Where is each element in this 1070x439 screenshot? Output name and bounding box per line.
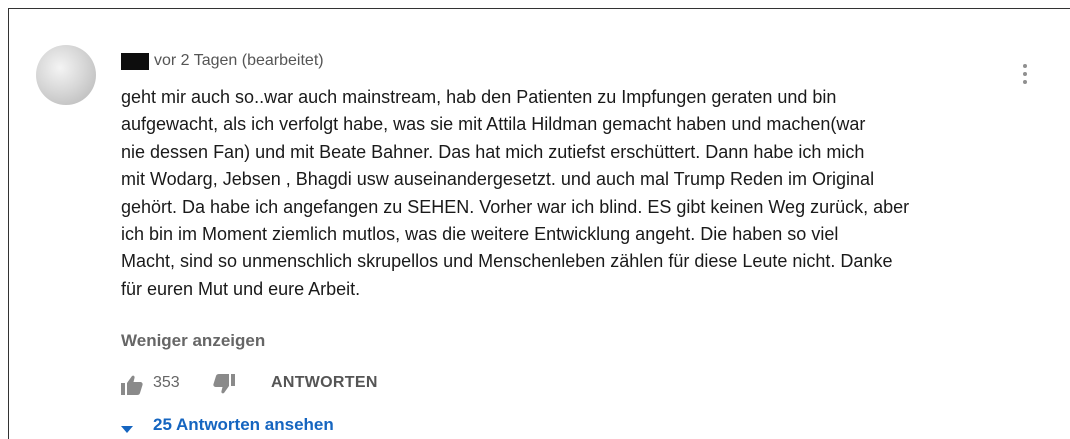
comment-text: geht mir auch so..war auch mainstream, h… xyxy=(121,84,1026,303)
comment-line: mit Wodarg, Jebsen , Bhagdi usw auseinan… xyxy=(121,169,875,190)
show-less-button[interactable]: Weniger anzeigen xyxy=(121,331,265,351)
comment-line: nie dessen Fan) und mit Beate Bahner. Da… xyxy=(121,141,865,162)
comment-line: aufgewacht, als ich verfolgt habe, was s… xyxy=(121,114,866,135)
comment-line: Macht, sind so unmenschlich skrupellos u… xyxy=(121,251,893,272)
comment-line: geht mir auch so..war auch mainstream, h… xyxy=(121,87,837,107)
more-vertical-icon[interactable] xyxy=(1020,64,1030,92)
comment-line: für euren Mut und eure Arbeit. xyxy=(121,278,361,299)
avatar[interactable] xyxy=(36,45,96,105)
chevron-down-icon xyxy=(121,421,133,433)
thumb-down-icon[interactable] xyxy=(213,374,235,394)
redacted-author-name xyxy=(121,53,149,70)
comment-line: gehört. Da habe ich angefangen zu SEHEN.… xyxy=(121,196,910,217)
comment-line: ich bin im Moment ziemlich mutlos, was d… xyxy=(121,224,839,245)
comment-timestamp[interactable]: vor 2 Tagen (bearbeitet) xyxy=(154,52,324,70)
reply-button[interactable]: ANTWORTEN xyxy=(271,374,378,392)
like-count: 353 xyxy=(153,374,180,391)
view-replies-label: 25 Antworten ansehen xyxy=(153,415,334,434)
thumb-up-icon[interactable] xyxy=(121,375,143,395)
